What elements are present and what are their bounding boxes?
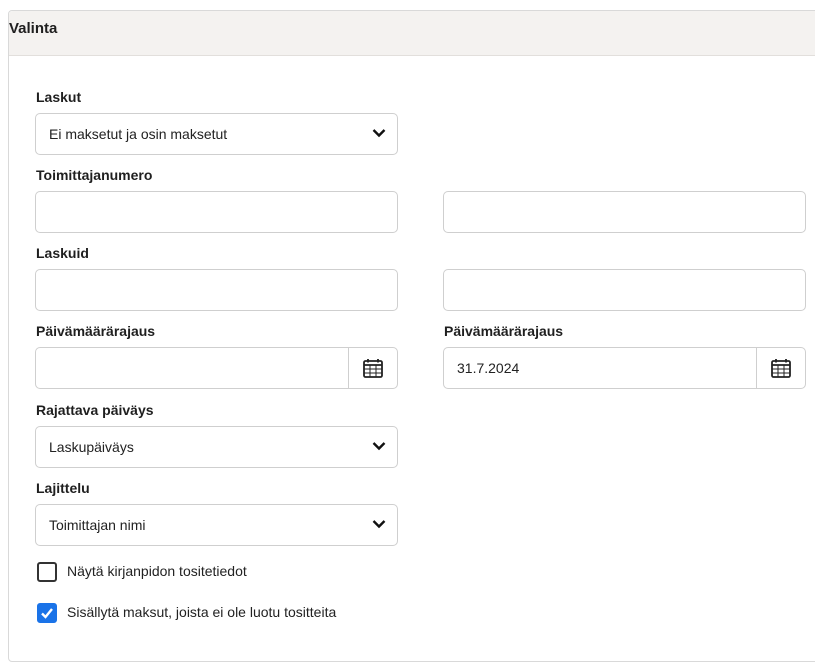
sorting-label: Lajittelu	[36, 480, 90, 496]
include-payments-checkbox[interactable]	[37, 603, 57, 623]
date-from-calendar-button[interactable]	[348, 348, 397, 388]
calendar-icon	[771, 359, 791, 378]
chevron-down-icon	[372, 442, 386, 451]
invoices-label: Laskut	[36, 89, 82, 105]
invoices-select[interactable]: Ei maksetut ja osin maksetut	[35, 113, 398, 155]
sorting-select-value: Toimittajan nimi	[49, 517, 146, 533]
chevron-down-icon	[372, 520, 386, 529]
chevron-down-icon	[372, 129, 386, 138]
checkmark-icon	[41, 608, 53, 619]
supplier-number-label: Toimittajanumero	[36, 167, 153, 183]
date-type-label: Rajattava päiväys	[36, 402, 154, 418]
panel-header	[9, 11, 815, 56]
supplier-number-to-input[interactable]	[443, 191, 806, 233]
date-range-to-label: Päivämäärärajaus	[444, 323, 564, 339]
sorting-select[interactable]: Toimittajan nimi	[35, 504, 398, 546]
invoice-id-to-input[interactable]	[443, 269, 806, 311]
invoices-select-value: Ei maksetut ja osin maksetut	[49, 126, 228, 142]
supplier-number-from-input[interactable]	[35, 191, 398, 233]
date-range-from-input[interactable]	[35, 347, 398, 389]
date-range-to-input[interactable]: 31.7.2024	[443, 347, 806, 389]
invoice-id-from-input[interactable]	[35, 269, 398, 311]
include-payments-label: Sisällytä maksut, joista ei ole luotu to…	[67, 604, 337, 620]
date-type-select[interactable]: Laskupäiväys	[35, 426, 398, 468]
calendar-icon	[363, 359, 383, 378]
show-accounting-checkbox[interactable]	[37, 562, 57, 582]
date-range-from-label: Päivämäärärajaus	[36, 323, 156, 339]
show-accounting-label: Näytä kirjanpidon tositetiedot	[67, 563, 247, 579]
date-to-calendar-button[interactable]	[756, 348, 805, 388]
date-range-to-value: 31.7.2024	[457, 360, 520, 376]
panel-title: Valinta	[9, 20, 58, 37]
invoice-id-label: Laskuid	[36, 245, 89, 261]
date-type-select-value: Laskupäiväys	[49, 439, 134, 455]
